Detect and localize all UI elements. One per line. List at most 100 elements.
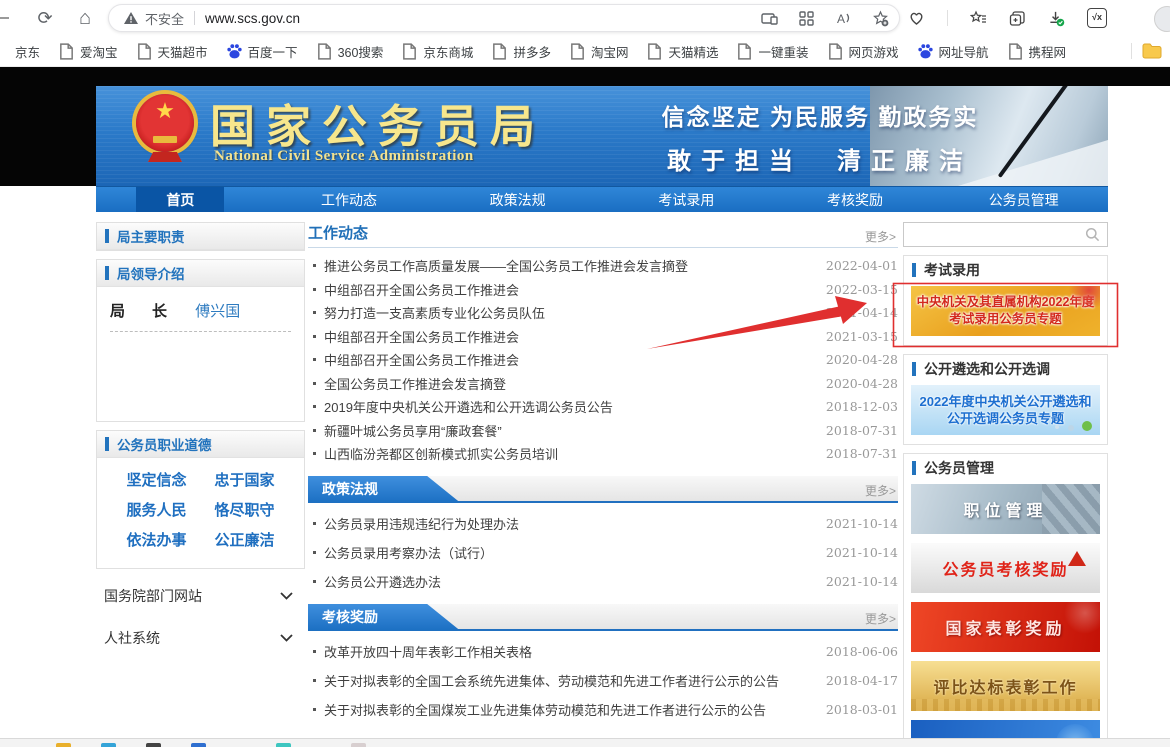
section-tab[interactable]: 政策法规: [308, 476, 460, 503]
bookmark-item[interactable]: 网址导航: [908, 38, 998, 65]
news-link[interactable]: 中组部召开全国公务员工作推进会: [324, 280, 826, 299]
bookmark-item[interactable]: 天猫精选: [637, 38, 727, 65]
bookmark-item[interactable]: 淘宝网: [560, 38, 638, 65]
bookmark-item[interactable]: 网页游戏: [818, 38, 908, 65]
box-selection-title[interactable]: 公开遴选和公开选调: [904, 355, 1107, 382]
list-item[interactable]: 改革开放四十周年表彰工作相关表格2018-06-06: [308, 637, 898, 666]
banner-appraisal-awards[interactable]: 公务员考核奖励: [911, 543, 1100, 593]
list-item[interactable]: 努力打造一支高素质专业化公务员队伍2021-04-14: [308, 301, 898, 325]
download-icon[interactable]: [1048, 10, 1065, 27]
list-item[interactable]: 中组部召开全国公务员工作推进会2021-03-15: [308, 325, 898, 349]
site-search-box[interactable]: [903, 222, 1108, 247]
bullet-icon: [313, 264, 316, 267]
section-tab[interactable]: 考核奖励: [308, 604, 460, 631]
back-icon[interactable]: [0, 17, 9, 19]
box-leaders-title[interactable]: 局领导介绍: [97, 260, 304, 287]
math-solver-icon[interactable]: √x: [1087, 8, 1107, 28]
favorites-icon[interactable]: [970, 10, 987, 27]
collections-icon[interactable]: [1009, 10, 1026, 27]
news-link[interactable]: 中组部召开全国公务员工作推进会: [324, 350, 826, 369]
box-exam-title[interactable]: 考试录用: [904, 256, 1107, 283]
list-item[interactable]: 关于对拟表彰的全国工会系统先进集体、劳动模范和先进工作者进行公示的公告2018-…: [308, 666, 898, 695]
taskbar-icon[interactable]: [191, 743, 206, 747]
bookmark-item[interactable]: 360搜索: [307, 38, 393, 65]
news-link[interactable]: 2019年度中央机关公开遴选和公开选调公务员公告: [324, 397, 826, 416]
news-link[interactable]: 全国公务员工作推进会发言摘登: [324, 374, 826, 393]
news-link[interactable]: 公务员公开遴选办法: [324, 572, 826, 591]
other-favorites-folder-icon[interactable]: [1142, 43, 1162, 59]
refresh-icon[interactable]: ⟳: [34, 7, 56, 29]
news-link[interactable]: 公务员录用考察办法（试行）: [324, 543, 826, 562]
more-link[interactable]: 更多>: [865, 610, 896, 627]
list-item[interactable]: 中组部召开全国公务员工作推进会2020-04-28: [308, 348, 898, 372]
bookmark-item[interactable]: 天猫超市: [127, 38, 217, 65]
list-item[interactable]: 推进公务员工作高质量发展——全国公务员工作推进会发言摘登2022-04-01: [308, 254, 898, 278]
dropdown-hr-system[interactable]: 人社系统: [100, 623, 301, 653]
bookmark-item[interactable]: 拼多多: [482, 38, 560, 65]
taskbar-icon[interactable]: [101, 743, 116, 747]
box-management-title[interactable]: 公务员管理: [904, 454, 1107, 481]
banner-national-commendation[interactable]: 国家表彰奖励: [911, 602, 1100, 652]
url-text[interactable]: www.scs.gov.cn: [205, 11, 300, 26]
bookmark-item[interactable]: 京东: [6, 38, 49, 65]
box-duties-title[interactable]: 局主要职责: [97, 223, 304, 250]
box-ethics-title[interactable]: 公务员职业道德: [97, 431, 304, 458]
dropdown-state-council-sites[interactable]: 国务院部门网站: [100, 581, 301, 611]
list-item[interactable]: 新疆叶城公务员享用“廉政套餐”2018-07-31: [308, 419, 898, 443]
add-favorite-icon[interactable]: [872, 10, 889, 27]
news-link[interactable]: 新疆叶城公务员享用“廉政套餐”: [324, 421, 826, 440]
read-aloud-icon[interactable]: A: [835, 10, 852, 27]
search-input[interactable]: [904, 223, 1085, 246]
news-link[interactable]: 努力打造一支高素质专业化公务员队伍: [324, 303, 826, 322]
news-link[interactable]: 推进公务员工作高质量发展——全国公务员工作推进会发言摘登: [324, 256, 826, 275]
taskbar-icon[interactable]: [146, 743, 161, 747]
more-link[interactable]: 更多>: [865, 482, 896, 499]
section-title[interactable]: 工作动态: [308, 225, 368, 242]
nav-item-work-news[interactable]: 工作动态: [265, 187, 434, 212]
list-item[interactable]: 中组部召开全国公务员工作推进会2022-03-15: [308, 278, 898, 302]
address-bar[interactable]: 不安全 www.scs.gov.cn A: [108, 4, 900, 32]
nav-item-home[interactable]: 首页: [96, 187, 265, 212]
home-icon[interactable]: ⌂: [74, 7, 96, 29]
banner-position-management[interactable]: 职位管理: [911, 484, 1100, 534]
web-capture-icon[interactable]: [761, 10, 778, 27]
bookmark-item[interactable]: 爱淘宝: [49, 38, 127, 65]
news-link[interactable]: 关于对拟表彰的全国煤炭工业先进集体劳动模范和先进工作者进行公示的公告: [324, 700, 826, 719]
list-item[interactable]: 全国公务员工作推进会发言摘登2020-04-28: [308, 372, 898, 396]
search-icon[interactable]: [1085, 227, 1100, 242]
list-item[interactable]: 关于对拟表彰的全国煤炭工业先进集体劳动模范和先进工作者进行公示的公告2018-0…: [308, 695, 898, 724]
selection-banner[interactable]: 2022年度中央机关公开遴选和公开选调公务员专题: [911, 385, 1100, 435]
browser-essentials-icon[interactable]: [908, 10, 925, 27]
leader-name-link[interactable]: 傅兴国: [195, 303, 240, 320]
exam-banner[interactable]: 中央机关及其直属机构2022年度考试录用公务员专题: [911, 286, 1100, 336]
news-link[interactable]: 关于对拟表彰的全国工会系统先进集体、劳动模范和先进工作者进行公示的公告: [324, 671, 826, 690]
news-link[interactable]: 山西临汾尧都区创新模式抓实公务员培训: [324, 444, 826, 463]
nav-item-management[interactable]: 公务员管理: [939, 187, 1108, 212]
banner-evaluation-commendation[interactable]: 评比达标表彰工作: [911, 661, 1100, 711]
bookmark-item[interactable]: 一键重装: [727, 38, 817, 65]
profile-avatar[interactable]: [1154, 6, 1170, 32]
news-link[interactable]: 公务员录用违规违纪行为处理办法: [324, 514, 826, 533]
list-item[interactable]: 公务员录用违规违纪行为处理办法2021-10-14: [308, 509, 898, 538]
list-item[interactable]: 2019年度中央机关公开遴选和公开选调公务员公告2018-12-03: [308, 395, 898, 419]
nav-item-policies[interactable]: 政策法规: [433, 187, 602, 212]
taskbar-icon[interactable]: [276, 743, 291, 747]
taskbar-icon[interactable]: [56, 743, 71, 747]
nav-item-appraisal[interactable]: 考核奖励: [771, 187, 940, 212]
news-link[interactable]: 改革开放四十周年表彰工作相关表格: [324, 642, 826, 661]
bookmark-item[interactable]: 百度一下: [217, 38, 307, 65]
taskbar-icon[interactable]: [351, 743, 366, 747]
bookmark-item[interactable]: 京东商城: [392, 38, 482, 65]
apps-grid-icon[interactable]: [798, 10, 815, 27]
list-item[interactable]: 山西临汾尧都区创新模式抓实公务员培训2018-07-31: [308, 442, 898, 466]
baidu-icon: [917, 43, 934, 60]
bookmark-item[interactable]: 携程网: [998, 38, 1076, 65]
bullet-icon: [313, 650, 316, 653]
nav-item-exam-recruit[interactable]: 考试录用: [602, 187, 771, 212]
list-item[interactable]: 公务员公开遴选办法2021-10-14: [308, 567, 898, 596]
news-link[interactable]: 中组部召开全国公务员工作推进会: [324, 327, 826, 346]
taskbar-edge[interactable]: [0, 738, 1170, 747]
security-label[interactable]: 不安全: [145, 9, 184, 28]
list-item[interactable]: 公务员录用考察办法（试行）2021-10-14: [308, 538, 898, 567]
more-link[interactable]: 更多>: [865, 228, 896, 245]
